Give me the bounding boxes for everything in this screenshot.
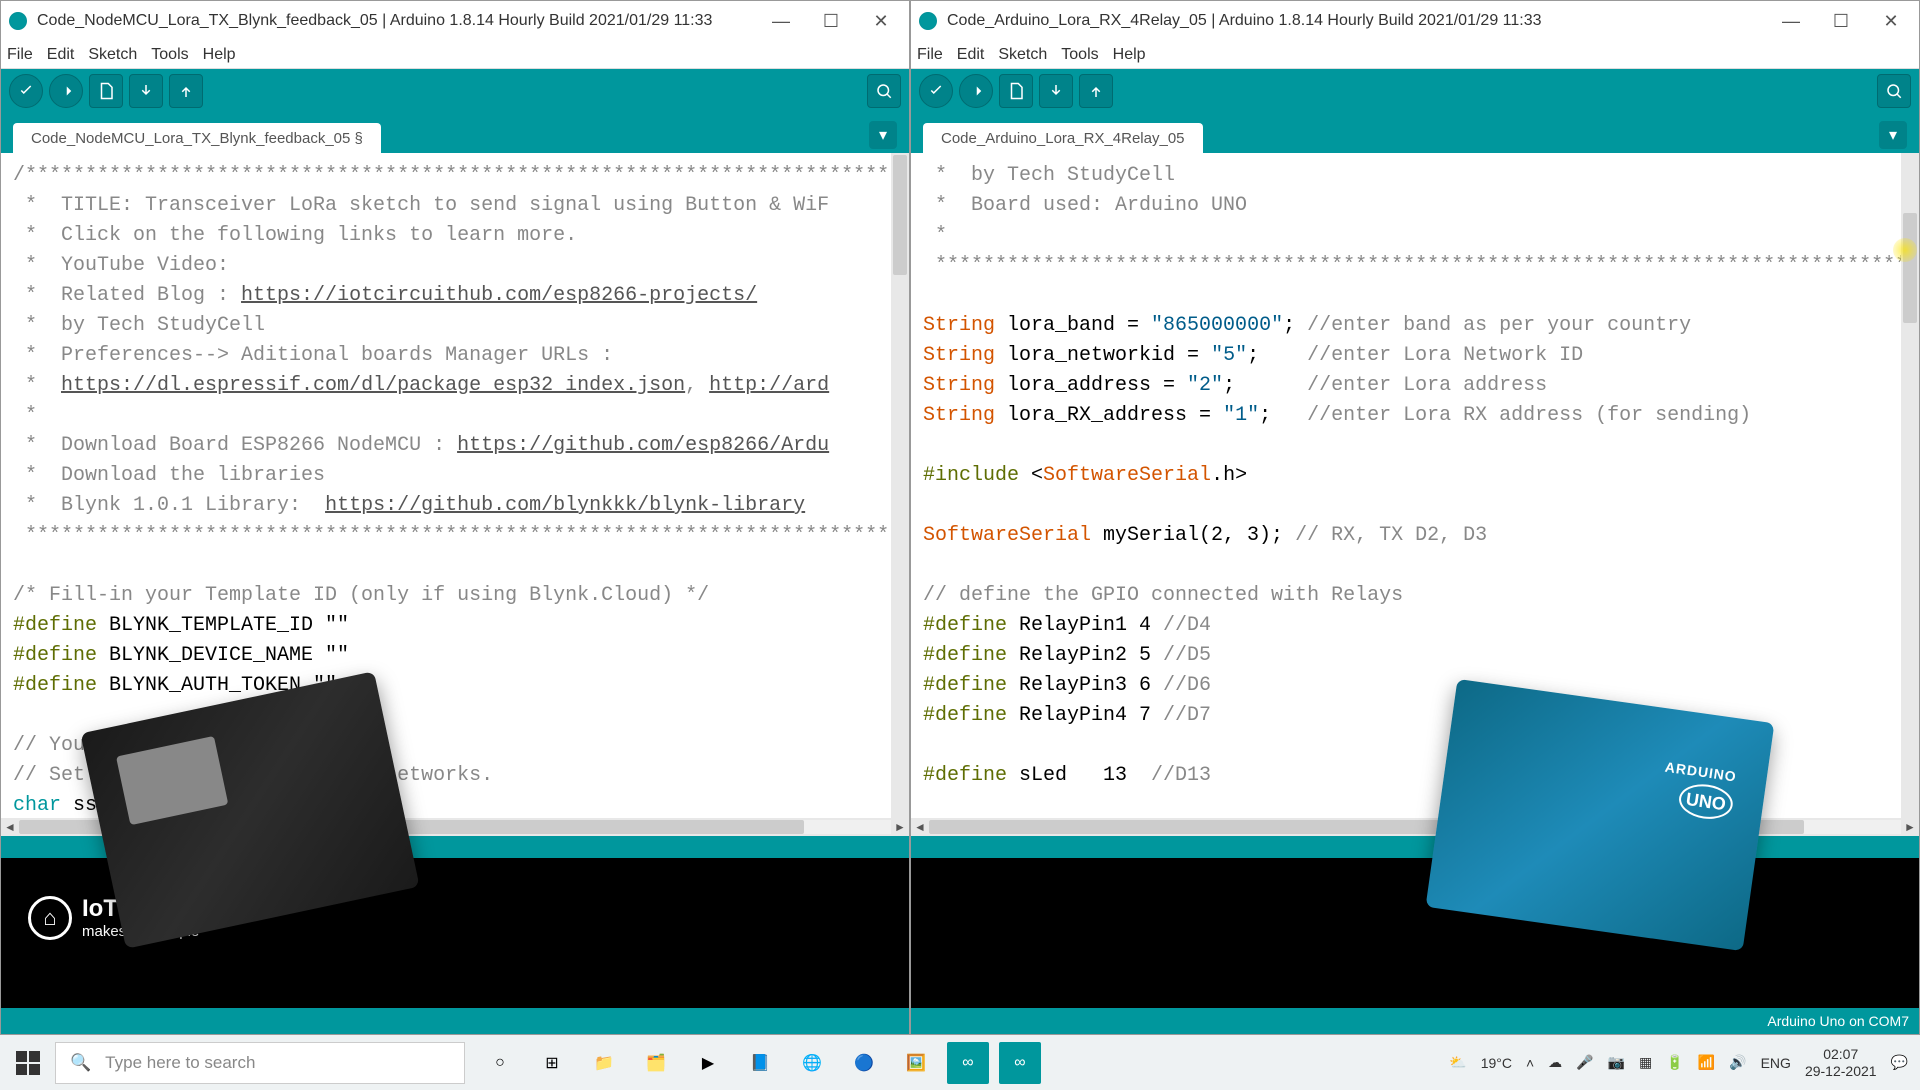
menubar-right: File Edit Sketch Tools Help <box>911 41 1919 69</box>
edge-icon[interactable]: 🔵 <box>843 1042 885 1084</box>
minimize-button[interactable]: — <box>771 11 791 31</box>
sketch-tab-left[interactable]: Code_NodeMCU_Lora_TX_Blynk_feedback_05 § <box>13 123 381 153</box>
tab-area-right: Code_Arduino_Lora_RX_4Relay_05 ▾ <box>911 113 1919 153</box>
cortana-icon[interactable]: ○ <box>479 1042 521 1084</box>
status-bottom-right: Arduino Uno on COM7 <box>911 1008 1919 1034</box>
taskbar: 🔍 Type here to search ○ ⊞ 📁 🗂️ ▶ 📘 🌐 🔵 🖼… <box>0 1035 1920 1090</box>
onedrive-icon[interactable]: ☁ <box>1548 1054 1562 1071</box>
code-content-left[interactable]: /***************************************… <box>1 153 909 818</box>
close-button[interactable]: ✕ <box>871 11 891 31</box>
tab-area-left: Code_NodeMCU_Lora_TX_Blynk_feedback_05 §… <box>1 113 909 153</box>
verify-button[interactable] <box>919 74 953 108</box>
arduino-taskbar-icon-2[interactable]: ∞ <box>999 1042 1041 1084</box>
open-button[interactable] <box>1039 74 1073 108</box>
maximize-button[interactable]: ☐ <box>821 11 841 31</box>
tab-dropdown-right[interactable]: ▾ <box>1879 121 1907 149</box>
app-icon-1[interactable]: 🗂️ <box>635 1042 677 1084</box>
chrome-icon[interactable]: 🌐 <box>791 1042 833 1084</box>
save-button[interactable] <box>169 74 203 108</box>
titlebar-left[interactable]: Code_NodeMCU_Lora_TX_Blynk_feedback_05 |… <box>1 1 909 41</box>
menu-help[interactable]: Help <box>203 46 236 64</box>
tray-chevron-icon[interactable]: ˄ <box>1526 1055 1534 1071</box>
menu-file[interactable]: File <box>917 46 943 64</box>
menu-file[interactable]: File <box>7 46 33 64</box>
serial-monitor-button[interactable] <box>1877 74 1911 108</box>
file-explorer-icon[interactable]: 📁 <box>583 1042 625 1084</box>
status-bottom-left <box>1 1008 909 1034</box>
weather-text[interactable]: 19°C <box>1481 1055 1512 1071</box>
vertical-scrollbar-left[interactable] <box>891 153 909 818</box>
volume-icon[interactable]: 🔊 <box>1729 1054 1746 1071</box>
arduino-taskbar-icon-1[interactable]: ∞ <box>947 1042 989 1084</box>
taskbar-search[interactable]: 🔍 Type here to search <box>55 1042 465 1084</box>
meet-now-icon[interactable]: 📷 <box>1608 1054 1625 1071</box>
window-title-left: Code_NodeMCU_Lora_TX_Blynk_feedback_05 |… <box>37 12 712 30</box>
system-tray: ⛅ 19°C ˄ ☁ 🎤 📷 ▦ 🔋 📶 🔊 ENG 02:07 29-12-2… <box>1449 1046 1920 1080</box>
arduino-uno-board-image <box>1426 679 1775 951</box>
upload-button[interactable] <box>959 74 993 108</box>
serial-monitor-button[interactable] <box>867 74 901 108</box>
arduino-app-icon <box>9 12 27 30</box>
code-content-right[interactable]: * by Tech StudyCell * Board used: Arduin… <box>911 153 1919 818</box>
maximize-button[interactable]: ☐ <box>1831 11 1851 31</box>
menu-tools[interactable]: Tools <box>151 46 188 64</box>
new-button[interactable] <box>89 74 123 108</box>
toolbar-right <box>911 69 1919 113</box>
cursor-highlight <box>1893 238 1917 262</box>
status-bar-green-right <box>911 836 1919 858</box>
console-right <box>911 858 1919 1008</box>
menu-sketch[interactable]: Sketch <box>998 46 1047 64</box>
menu-tools[interactable]: Tools <box>1061 46 1098 64</box>
window-title-right: Code_Arduino_Lora_RX_4Relay_05 | Arduino… <box>947 12 1542 30</box>
notifications-icon[interactable]: 💬 <box>1891 1054 1908 1071</box>
wifi-icon[interactable]: 📶 <box>1698 1054 1715 1071</box>
start-button[interactable] <box>0 1035 55 1090</box>
language-indicator[interactable]: ENG <box>1761 1055 1791 1071</box>
battery-icon[interactable]: 🔋 <box>1666 1054 1683 1071</box>
task-view-icon[interactable]: ⊞ <box>531 1042 573 1084</box>
titlebar-right[interactable]: Code_Arduino_Lora_RX_4Relay_05 | Arduino… <box>911 1 1919 41</box>
verify-button[interactable] <box>9 74 43 108</box>
new-button[interactable] <box>999 74 1033 108</box>
clock-time: 02:07 <box>1805 1046 1877 1063</box>
menu-help[interactable]: Help <box>1113 46 1146 64</box>
mic-icon[interactable]: 🎤 <box>1576 1054 1593 1071</box>
minimize-button[interactable]: — <box>1781 11 1801 31</box>
menu-sketch[interactable]: Sketch <box>88 46 137 64</box>
open-button[interactable] <box>129 74 163 108</box>
toolbar-left <box>1 69 909 113</box>
app-icon-2[interactable]: 📘 <box>739 1042 781 1084</box>
editor-left[interactable]: /***************************************… <box>1 153 909 818</box>
menu-edit[interactable]: Edit <box>47 46 75 64</box>
photos-icon[interactable]: 🖼️ <box>895 1042 937 1084</box>
menubar-left: File Edit Sketch Tools Help <box>1 41 909 69</box>
upload-button[interactable] <box>49 74 83 108</box>
close-button[interactable]: ✕ <box>1881 11 1901 31</box>
tab-dropdown-left[interactable]: ▾ <box>869 121 897 149</box>
tray-icon-1[interactable]: ▦ <box>1639 1054 1652 1071</box>
watermark-icon: ⌂ <box>28 896 72 940</box>
vlc-icon[interactable]: ▶ <box>687 1042 729 1084</box>
weather-icon[interactable]: ⛅ <box>1449 1054 1466 1071</box>
horizontal-scrollbar-right[interactable]: ◄► <box>911 818 1919 836</box>
sketch-tab-right[interactable]: Code_Arduino_Lora_RX_4Relay_05 <box>923 123 1203 153</box>
search-placeholder: Type here to search <box>105 1053 255 1073</box>
clock-date: 29-12-2021 <box>1805 1063 1877 1080</box>
search-icon: 🔍 <box>70 1053 91 1073</box>
editor-right[interactable]: * by Tech StudyCell * Board used: Arduin… <box>911 153 1919 818</box>
arduino-window-right: Code_Arduino_Lora_RX_4Relay_05 | Arduino… <box>910 0 1920 1035</box>
clock[interactable]: 02:07 29-12-2021 <box>1805 1046 1877 1080</box>
arduino-app-icon <box>919 12 937 30</box>
menu-edit[interactable]: Edit <box>957 46 985 64</box>
windows-logo-icon <box>16 1051 40 1075</box>
save-button[interactable] <box>1079 74 1113 108</box>
